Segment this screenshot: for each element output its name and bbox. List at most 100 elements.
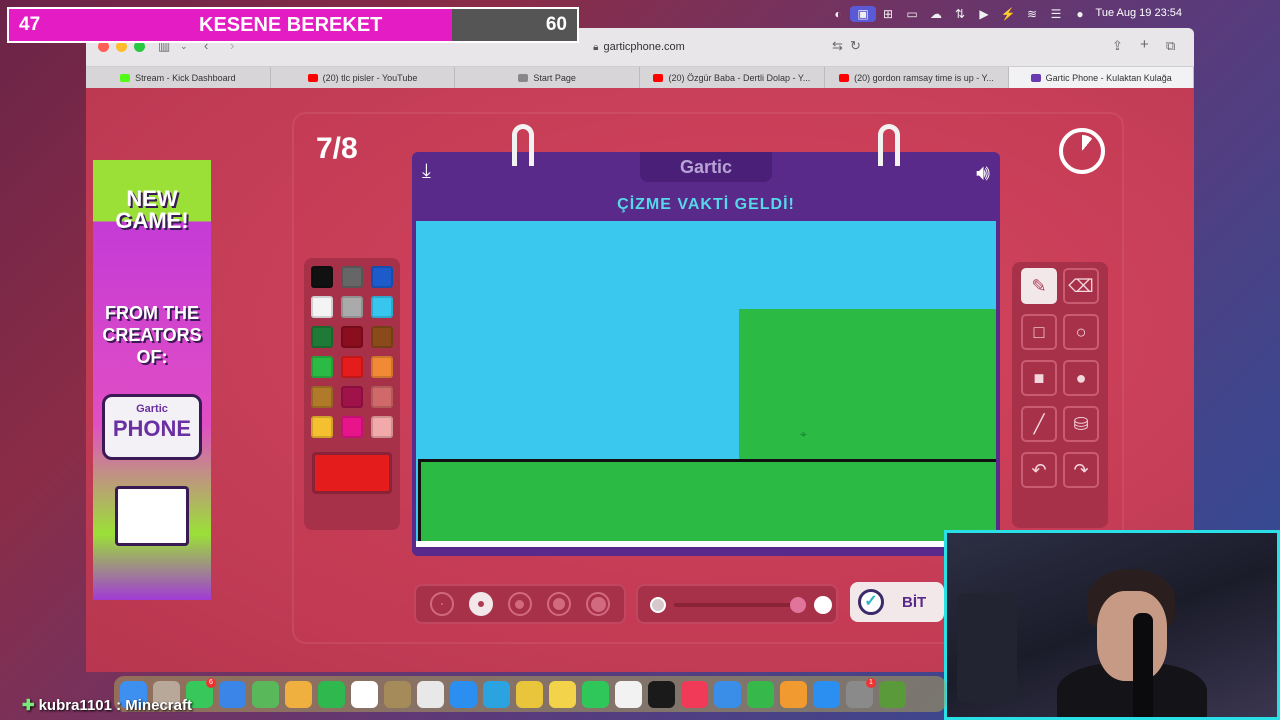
opacity-track[interactable] xyxy=(674,603,798,607)
calendar-illustration xyxy=(115,486,189,546)
brush-size-button[interactable] xyxy=(429,592,454,616)
browser-tab[interactable]: (20) gordon ramsay time is up - Y... xyxy=(825,67,1010,88)
color-palette xyxy=(304,258,400,530)
pencil-icon[interactable]: ✎ xyxy=(1021,268,1057,304)
eraser-icon[interactable]: ⌫ xyxy=(1063,268,1099,304)
color-swatch[interactable] xyxy=(371,416,393,438)
dock-app-notes-icon[interactable] xyxy=(384,680,411,708)
binder-ring xyxy=(512,124,534,166)
screen-share-icon[interactable]: ▣ xyxy=(850,6,876,22)
browser-tab[interactable]: (20) tlc pisler - YouTube xyxy=(271,67,456,88)
opacity-max-knob[interactable] xyxy=(814,596,832,614)
tab-favicon-icon xyxy=(839,73,850,82)
browser-tab[interactable]: Stream - Kick Dashboard xyxy=(86,67,271,88)
browser-tab[interactable]: Gartic Phone - Kulaktan Kulağa xyxy=(1009,67,1194,88)
color-swatch[interactable] xyxy=(341,296,363,318)
undo-icon[interactable]: ↶ xyxy=(1021,452,1057,488)
webcam-overlay xyxy=(944,530,1280,720)
color-swatch[interactable] xyxy=(341,356,363,378)
dock-app-settings-icon[interactable]: 1 xyxy=(846,677,876,708)
ad-banner[interactable]: NEW GAME! FROM THE CREATORS OF: Gartic P… xyxy=(93,160,211,600)
dock-app-whatsapp-icon[interactable] xyxy=(582,680,609,708)
dock-app-safari-icon[interactable] xyxy=(450,680,477,708)
translate-icon[interactable]: ⇆ xyxy=(832,38,843,54)
wifi-icon[interactable]: ≋ xyxy=(1020,6,1044,22)
done-label: BİT xyxy=(902,593,927,611)
circle-filled-icon[interactable]: ● xyxy=(1063,360,1099,396)
color-swatch[interactable] xyxy=(311,416,333,438)
color-swatch[interactable] xyxy=(341,386,363,408)
color-swatch[interactable] xyxy=(371,356,393,378)
color-swatch[interactable] xyxy=(311,356,333,378)
chat-text: : Minecraft xyxy=(111,697,192,714)
play-icon[interactable]: ▶ xyxy=(972,6,996,22)
tab-favicon-icon xyxy=(120,73,131,82)
volume-icon[interactable]: 🔊︎ xyxy=(976,160,990,186)
menubar-clock[interactable]: Tue Aug 19 23:54 xyxy=(1096,7,1182,19)
browser-tab[interactable]: Start Page xyxy=(455,67,641,88)
canvas-shape xyxy=(418,459,996,541)
redo-icon[interactable]: ↷ xyxy=(1063,452,1099,488)
cloud-icon[interactable]: ☁ xyxy=(924,6,948,22)
browser-tab[interactable]: (20) Özgür Baba - Dertli Dolap - Y... xyxy=(640,67,825,88)
color-swatch[interactable] xyxy=(341,266,363,288)
goal-bar: 47 KESENE BEREKET 60 xyxy=(7,7,579,43)
color-swatch[interactable] xyxy=(311,266,333,288)
dock-app-facetime-icon[interactable] xyxy=(318,680,345,708)
rect-filled-icon[interactable]: ■ xyxy=(1021,360,1057,396)
dock-app-keynote-icon[interactable] xyxy=(714,680,741,708)
bucket-icon[interactable]: ⛁ xyxy=(1063,406,1099,442)
color-swatch[interactable] xyxy=(311,296,333,318)
color-swatch[interactable] xyxy=(341,416,363,438)
share-icon[interactable]: ⇪ xyxy=(1112,38,1123,54)
dock-app-chrome-icon[interactable] xyxy=(516,680,543,708)
battery-icon[interactable]: ▭ xyxy=(900,6,924,22)
user-icon[interactable]: ● xyxy=(1068,6,1092,22)
dock-app-freeform-icon[interactable] xyxy=(615,680,642,708)
color-swatch[interactable] xyxy=(371,326,393,348)
grid-icon[interactable]: ⊞ xyxy=(876,6,900,22)
dock-app-calendar-icon[interactable] xyxy=(351,680,378,708)
new-tab-icon[interactable]: + xyxy=(1140,36,1149,53)
color-swatch[interactable] xyxy=(341,326,363,348)
dock-app-notes2-icon[interactable] xyxy=(549,680,576,708)
slider-icon[interactable]: ⇅ xyxy=(948,6,972,22)
dock-app-appletv-icon[interactable] xyxy=(648,680,675,708)
dock-app-telegram-icon[interactable] xyxy=(483,680,510,708)
control-center-icon[interactable]: ☰ xyxy=(1044,6,1068,22)
reload-icon[interactable]: ↻ xyxy=(850,38,861,54)
tab-overview-icon[interactable]: ⧉ xyxy=(1166,38,1175,54)
circle-outline-icon[interactable]: ○ xyxy=(1063,314,1099,350)
dock-app-numbers-icon[interactable] xyxy=(747,680,774,708)
dock-app-mail-icon[interactable] xyxy=(219,680,246,708)
dock-app-pages-icon[interactable] xyxy=(780,680,807,708)
drawing-canvas[interactable]: ⌖ xyxy=(416,221,996,547)
opacity-slider[interactable] xyxy=(636,584,838,624)
brush-size-button[interactable] xyxy=(507,592,532,616)
notification-badge: 6 xyxy=(206,677,216,688)
line-icon[interactable]: ╱ xyxy=(1021,406,1057,442)
circle-icon[interactable]: ◐ xyxy=(826,6,850,22)
opacity-min-knob[interactable] xyxy=(650,597,666,613)
tab-favicon-icon xyxy=(1030,73,1041,82)
color-swatch[interactable] xyxy=(311,326,333,348)
dock-app-appstore-icon[interactable] xyxy=(813,680,840,708)
download-icon[interactable]: ⤓ xyxy=(422,160,431,183)
dock-app-minecraft-icon[interactable] xyxy=(879,680,906,708)
dock-app-photos-icon[interactable] xyxy=(285,680,312,708)
dock-app-music-icon[interactable] xyxy=(681,680,708,708)
color-swatch[interactable] xyxy=(371,386,393,408)
dock-app-maps-icon[interactable] xyxy=(252,680,279,708)
color-swatch[interactable] xyxy=(311,386,333,408)
dock-app-reminders-icon[interactable] xyxy=(417,680,444,708)
brush-size-button[interactable] xyxy=(547,592,572,616)
battery-charge-icon[interactable]: ⚡ xyxy=(996,6,1020,22)
opacity-knob[interactable] xyxy=(790,597,806,613)
canvas-frame: ⌖ xyxy=(412,218,1000,556)
color-swatch[interactable] xyxy=(371,296,393,318)
brush-size-button[interactable] xyxy=(468,592,493,616)
rect-outline-icon[interactable]: □ xyxy=(1021,314,1057,350)
done-button[interactable]: ✓ BİT xyxy=(850,582,944,622)
brush-size-button[interactable] xyxy=(586,592,611,616)
color-swatch[interactable] xyxy=(371,266,393,288)
